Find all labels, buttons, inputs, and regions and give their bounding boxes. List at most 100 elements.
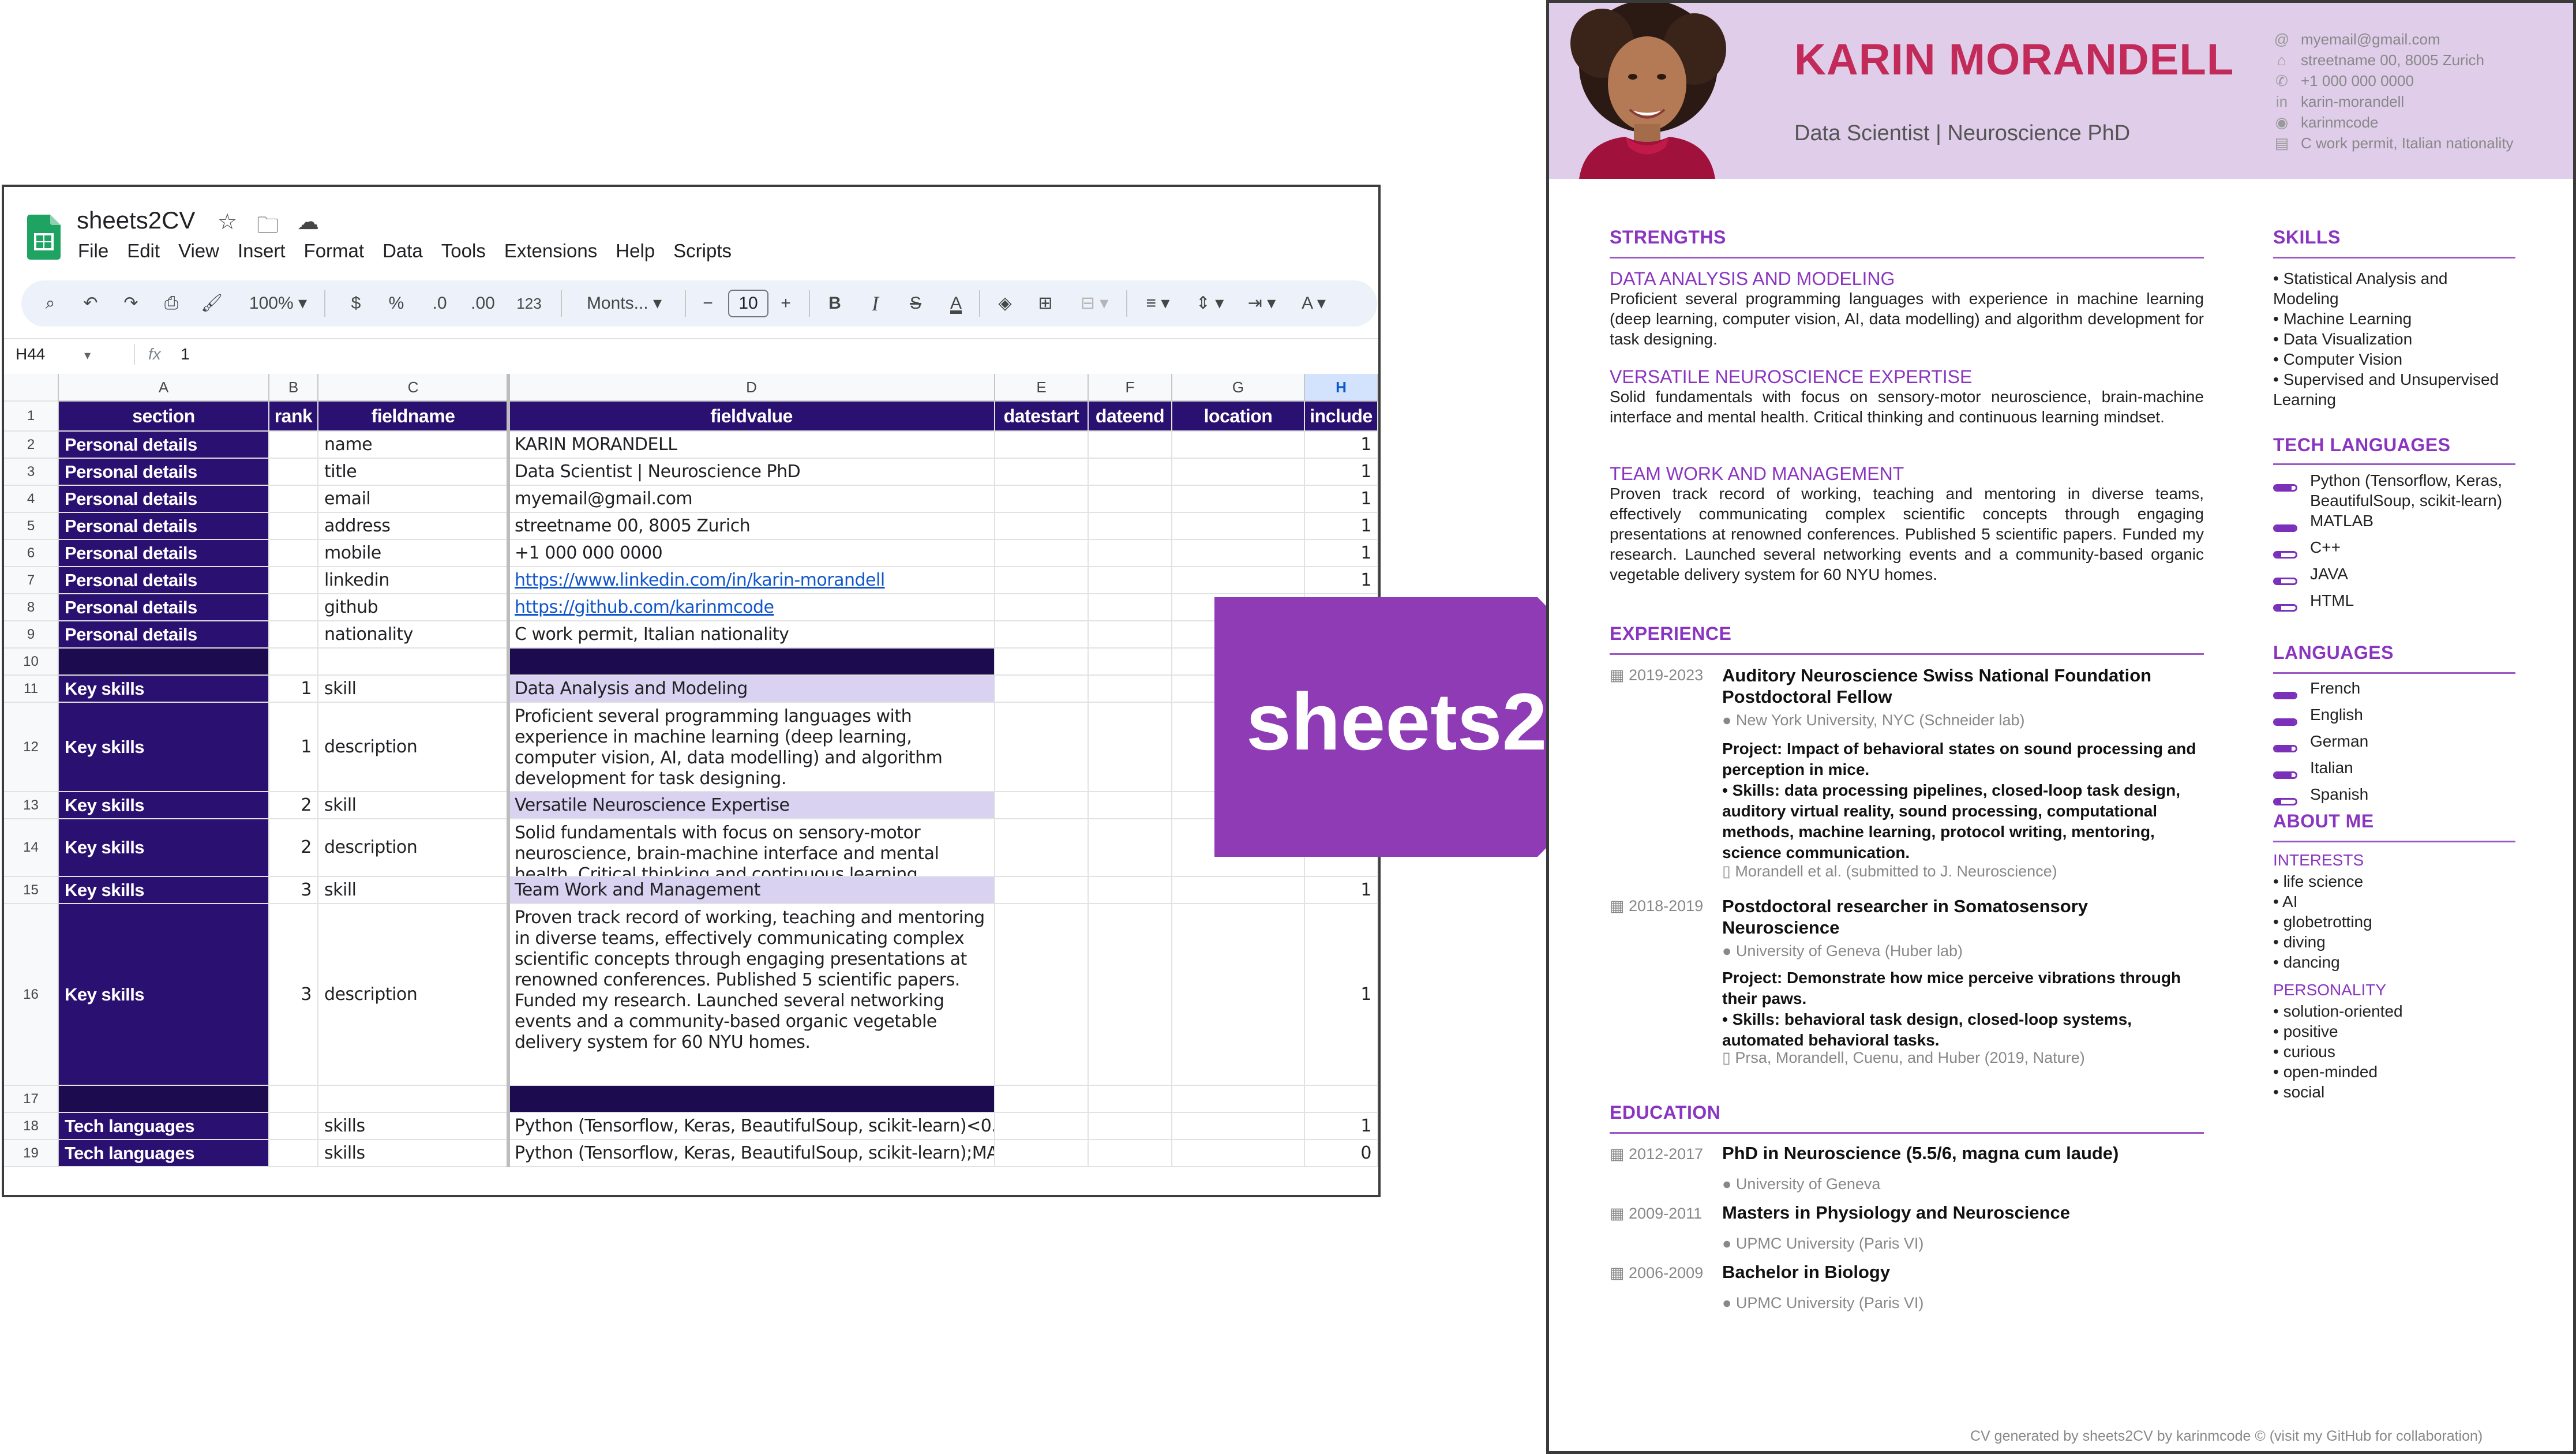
decrease-font-size-button[interactable]: − (696, 280, 719, 327)
print-icon[interactable]: ⎙ (160, 280, 183, 327)
divider-cell[interactable] (318, 1086, 509, 1113)
fieldname-cell[interactable]: nationality (318, 621, 509, 649)
fieldvalue-cell[interactable]: https://www.linkedin.com/in/karin-morand… (509, 567, 995, 594)
fieldname-cell[interactable]: skill (318, 792, 509, 819)
column-title-cell[interactable]: location (1172, 402, 1305, 432)
document-title[interactable]: sheets2CV (77, 207, 195, 234)
sheet-cell[interactable] (995, 1140, 1089, 1167)
fieldname-cell[interactable]: title (318, 459, 509, 486)
sheet-cell[interactable] (995, 594, 1089, 621)
divider-cell[interactable] (1172, 1086, 1305, 1113)
include-cell[interactable]: 1 (1305, 459, 1378, 486)
sheet-cell[interactable] (995, 567, 1089, 594)
divider-cell[interactable] (269, 1086, 318, 1113)
fieldname-cell[interactable]: skills (318, 1140, 509, 1167)
fieldvalue-cell[interactable]: Python (Tensorflow, Keras, BeautifulSoup… (509, 1113, 995, 1140)
hyperlink[interactable]: https://github.com/karinmcode (515, 597, 774, 618)
menu-edit[interactable]: Edit (127, 240, 160, 262)
menu-file[interactable]: File (78, 240, 108, 262)
row-header[interactable]: 17 (4, 1086, 59, 1113)
section-cell[interactable]: Key skills (59, 703, 269, 792)
include-cell[interactable]: 1 (1305, 1113, 1378, 1140)
sheet-cell[interactable] (995, 459, 1089, 486)
column-header-a[interactable]: A (59, 374, 269, 402)
fieldname-cell[interactable]: skill (318, 676, 509, 703)
vertical-align-icon[interactable]: ⇕ ▾ (1190, 280, 1230, 327)
fieldvalue-cell[interactable]: Data Scientist | Neuroscience PhD (509, 459, 995, 486)
sheet-cell[interactable] (995, 513, 1089, 540)
rank-cell[interactable] (269, 594, 318, 621)
sheet-cell[interactable] (1089, 486, 1172, 513)
column-title-cell[interactable]: rank (269, 402, 318, 432)
column-header-f[interactable]: F (1089, 374, 1172, 402)
frozen-divider[interactable] (507, 374, 510, 1167)
decrease-decimal-button[interactable]: .0 (425, 280, 454, 327)
rank-cell[interactable]: 3 (269, 877, 318, 904)
sheet-cell[interactable] (1172, 904, 1305, 1086)
divider-cell[interactable] (269, 649, 318, 676)
sheet-cell[interactable] (1089, 676, 1172, 703)
column-header-g[interactable]: G (1172, 374, 1305, 402)
fieldvalue-cell[interactable]: KARIN MORANDELL (509, 432, 995, 459)
increase-font-size-button[interactable]: + (774, 280, 797, 327)
row-header[interactable]: 19 (4, 1140, 59, 1167)
divider-cell[interactable] (1305, 1086, 1378, 1113)
fieldname-cell[interactable]: description (318, 904, 509, 1086)
row-header[interactable]: 2 (4, 432, 59, 459)
row-header[interactable]: 11 (4, 676, 59, 703)
rank-cell[interactable] (269, 567, 318, 594)
sheet-cell[interactable] (995, 486, 1089, 513)
corner-cell[interactable] (4, 374, 59, 402)
fieldvalue-cell[interactable]: Proven track record of working, teaching… (509, 904, 995, 1086)
merge-cells-icon[interactable]: ⊟ ▾ (1074, 280, 1115, 327)
rank-cell[interactable]: 1 (269, 676, 318, 703)
fieldvalue-cell[interactable]: Versatile Neuroscience Expertise (509, 792, 995, 819)
sheet-cell[interactable] (1089, 540, 1172, 567)
sheet-cell[interactable] (995, 877, 1089, 904)
row-header[interactable]: 10 (4, 649, 59, 676)
fieldvalue-cell[interactable]: C work permit, Italian nationality (509, 621, 995, 649)
sheet-cell[interactable] (995, 540, 1089, 567)
borders-icon[interactable]: ⊞ (1034, 280, 1057, 327)
row-header[interactable]: 1 (4, 402, 59, 432)
rank-cell[interactable] (269, 513, 318, 540)
menu-insert[interactable]: Insert (238, 240, 286, 262)
sheet-cell[interactable] (1089, 513, 1172, 540)
section-cell[interactable]: Key skills (59, 676, 269, 703)
rank-cell[interactable] (269, 1113, 318, 1140)
font-size-input[interactable]: 10 (728, 290, 768, 317)
sheet-cell[interactable] (1089, 703, 1172, 792)
sheet-cell[interactable] (995, 904, 1089, 1086)
sheet-cell[interactable] (1089, 459, 1172, 486)
search-icon[interactable]: ⌕ (39, 280, 62, 327)
sheet-cell[interactable] (1089, 819, 1172, 877)
sheet-cell[interactable] (995, 621, 1089, 649)
divider-cell[interactable] (318, 649, 509, 676)
percent-button[interactable]: % (385, 280, 408, 327)
more-formats-button[interactable]: 123 (512, 280, 546, 327)
sheet-cell[interactable] (1089, 792, 1172, 819)
fieldvalue-cell[interactable]: Proficient several programming languages… (509, 703, 995, 792)
row-header[interactable]: 8 (4, 594, 59, 621)
include-cell[interactable]: 1 (1305, 513, 1378, 540)
sheet-cell[interactable] (995, 1113, 1089, 1140)
sheet-cell[interactable] (1172, 1140, 1305, 1167)
sheet-cell[interactable] (1089, 877, 1172, 904)
bold-button[interactable]: B (823, 280, 846, 327)
section-cell[interactable]: Personal details (59, 621, 269, 649)
text-rotation-icon[interactable]: A ▾ (1293, 280, 1334, 327)
include-cell[interactable]: 1 (1305, 567, 1378, 594)
horizontal-align-icon[interactable]: ≡ ▾ (1138, 280, 1178, 327)
fill-color-icon[interactable]: ◈ (993, 280, 1017, 327)
google-sheets-icon[interactable] (27, 215, 61, 260)
italic-button[interactable]: I (864, 280, 887, 327)
column-header-b[interactable]: B (269, 374, 318, 402)
fieldname-cell[interactable]: skills (318, 1113, 509, 1140)
rank-cell[interactable] (269, 1140, 318, 1167)
divider-cell[interactable] (995, 1086, 1089, 1113)
divider-cell[interactable] (509, 1086, 995, 1113)
section-cell[interactable]: Key skills (59, 877, 269, 904)
sheet-cell[interactable] (995, 703, 1089, 792)
column-title-cell[interactable]: fieldvalue (509, 402, 995, 432)
menu-view[interactable]: View (178, 240, 219, 262)
